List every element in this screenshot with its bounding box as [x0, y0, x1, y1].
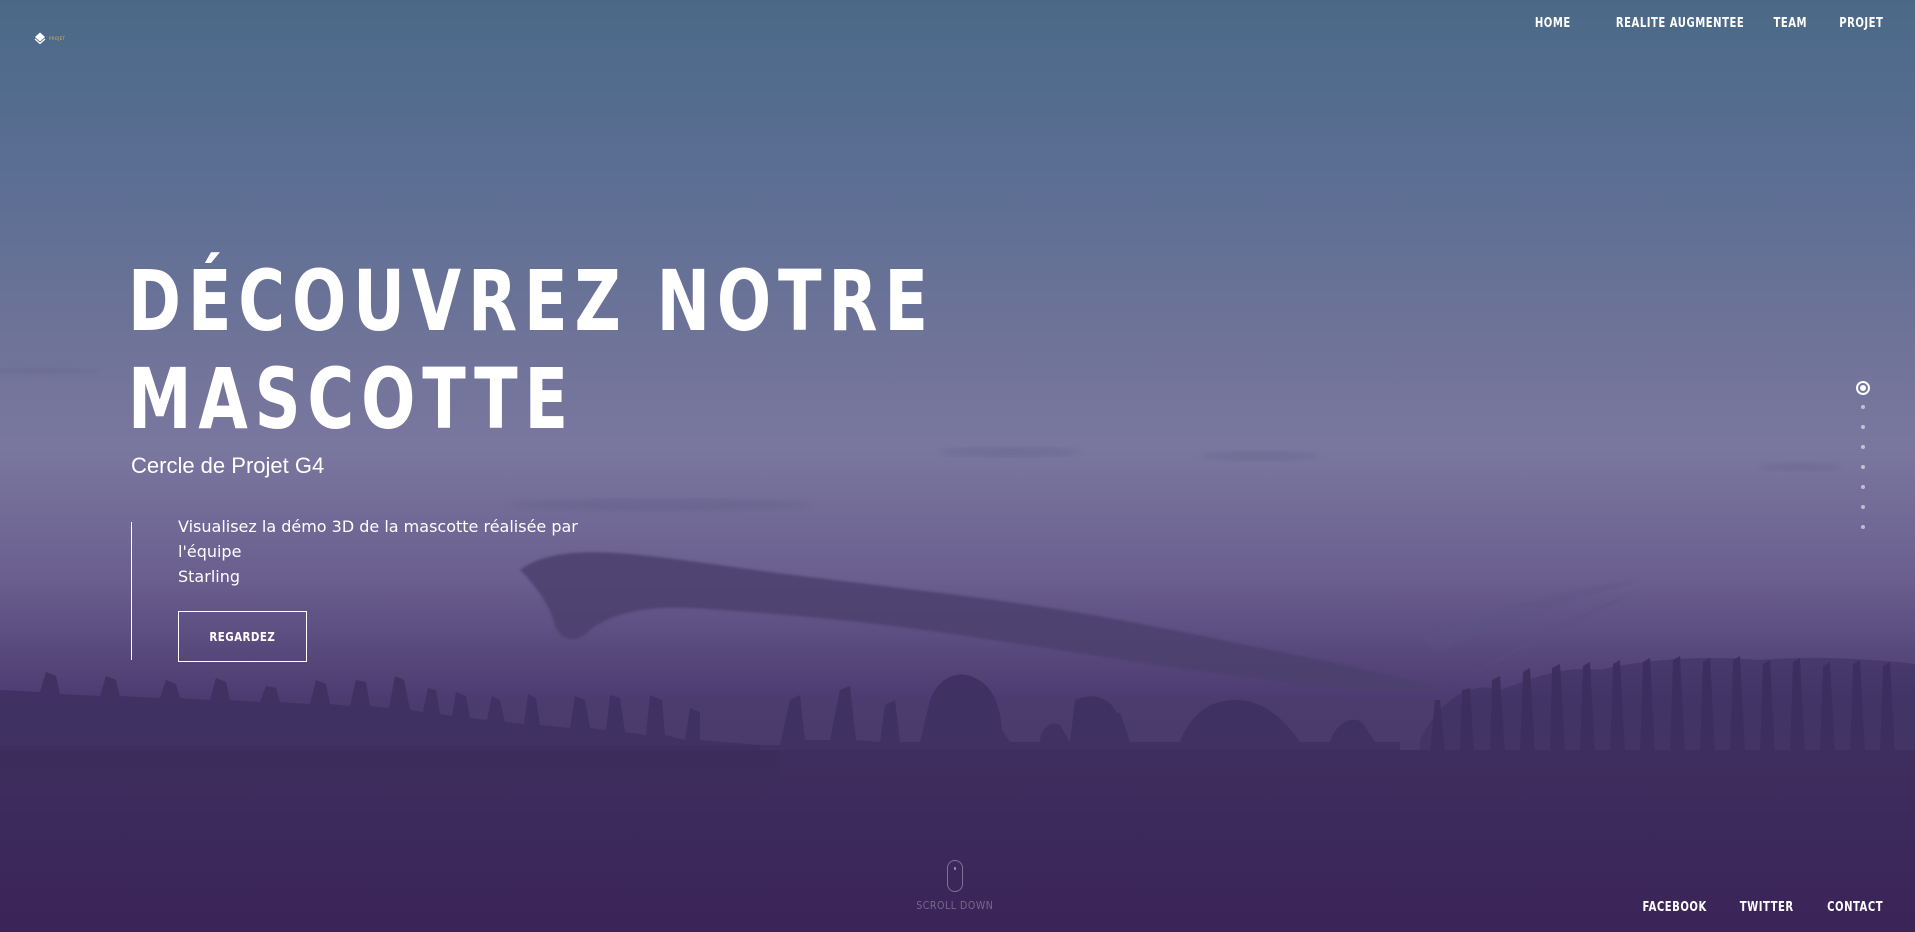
- slide-dot[interactable]: [1861, 485, 1865, 489]
- slide-dot[interactable]: [1861, 525, 1865, 529]
- description-line-1: Visualisez la démo 3D de la mascotte réa…: [178, 517, 578, 561]
- nav-projet[interactable]: PROJET: [1839, 16, 1883, 31]
- scroll-down-indicator[interactable]: SCROLL DOWN: [905, 860, 1005, 912]
- logo-text: PROJET: [49, 35, 66, 41]
- top-navigation: HOME REALITE AUGMENTEE TEAM PROJET: [1529, 16, 1883, 31]
- headline-line-2: MASCOTTE: [128, 350, 575, 448]
- diamond-logo-icon: [34, 32, 46, 44]
- logo[interactable]: PROJET: [34, 32, 65, 44]
- nav-contact[interactable]: CONTACT: [1827, 900, 1883, 915]
- scroll-down-label: SCROLL DOWN: [916, 899, 994, 912]
- nav-home[interactable]: HOME: [1535, 16, 1571, 31]
- hero-description: Visualisez la démo 3D de la mascotte réa…: [178, 514, 638, 589]
- nav-facebook[interactable]: FACEBOOK: [1643, 900, 1707, 915]
- hero-subtitle: Cercle de Projet G4: [131, 453, 325, 478]
- slide-dot-active[interactable]: [1856, 381, 1870, 395]
- mouse-icon: [947, 860, 963, 892]
- slide-dot-navigation: [1855, 381, 1871, 545]
- slide-dot[interactable]: [1861, 505, 1865, 509]
- hero-headline: DÉCOUVREZ NOTRE MASCOTTE: [128, 252, 935, 448]
- social-navigation: FACEBOOK TWITTER CONTACT: [1632, 900, 1883, 915]
- slide-dot[interactable]: [1861, 405, 1865, 409]
- regardez-button[interactable]: REGARDEZ: [178, 611, 307, 662]
- description-line-2: Starling: [178, 567, 240, 586]
- bird-swarm: [520, 552, 1640, 692]
- vertical-divider: [131, 522, 132, 660]
- nav-realite-augmentee[interactable]: REALITE AUGMENTEE: [1616, 16, 1744, 31]
- slide-dot[interactable]: [1861, 425, 1865, 429]
- headline-line-1: DÉCOUVREZ NOTRE: [128, 252, 935, 350]
- hero-section: PROJET HOME REALITE AUGMENTEE TEAM PROJE…: [0, 0, 1915, 932]
- slide-dot[interactable]: [1861, 465, 1865, 469]
- nav-twitter[interactable]: TWITTER: [1740, 900, 1794, 915]
- nav-team[interactable]: TEAM: [1774, 16, 1808, 31]
- regardez-button-label: REGARDEZ: [209, 629, 276, 644]
- slide-dot[interactable]: [1861, 445, 1865, 449]
